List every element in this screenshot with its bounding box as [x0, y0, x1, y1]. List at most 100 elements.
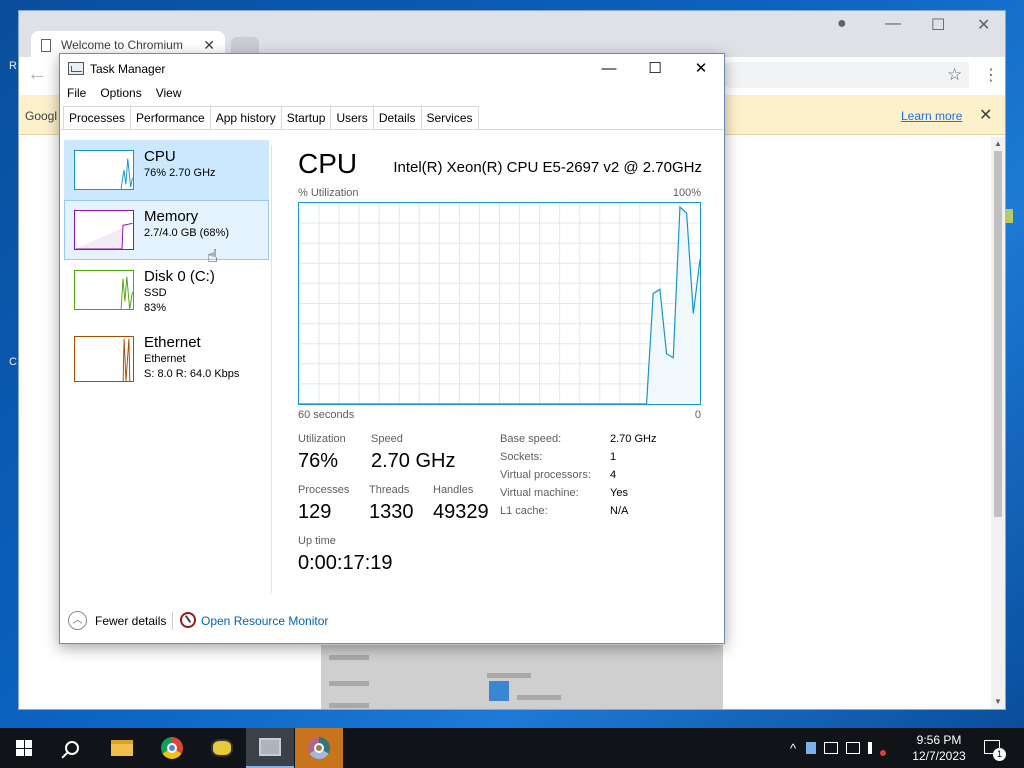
sidebar-detail: S: 8.0 R: 64.0 Kbps: [144, 368, 240, 380]
task-manager-window: Task Manager — ☐ ✕ File Options View Pro…: [59, 53, 725, 644]
page-icon: [489, 681, 509, 701]
close-button[interactable]: ✕: [678, 58, 724, 80]
browser-tab-title: Welcome to Chromium: [61, 38, 183, 52]
sidebar-title: Ethernet: [144, 334, 201, 351]
scroll-up-icon[interactable]: ▲: [994, 139, 1002, 148]
fewer-details-button[interactable]: Fewer details: [95, 614, 166, 628]
tab-app-history[interactable]: App history: [209, 106, 282, 129]
tab-divider: [60, 129, 724, 130]
sidebar-subtitle: SSD: [144, 287, 167, 299]
chrome-button[interactable]: [148, 728, 196, 768]
window-title: Task Manager: [90, 62, 166, 76]
clock[interactable]: 9:56 PM 12/7/2023: [908, 732, 970, 764]
cpu-mini-graph: [74, 150, 134, 190]
graph-label-max: 100%: [672, 187, 701, 199]
detail-label: Virtual processors:: [500, 469, 591, 481]
sidebar-item-memory[interactable]: Memory 2.7/4.0 GB (68%): [64, 200, 269, 260]
tray-security-icon[interactable]: [824, 742, 839, 754]
bee-app-button[interactable]: [198, 728, 246, 768]
tab-startup[interactable]: Startup: [280, 106, 332, 129]
infobar-close-icon[interactable]: ✕: [979, 105, 992, 125]
graph-label-seconds: 60 seconds: [298, 409, 355, 421]
profile-icon[interactable]: ●: [837, 15, 847, 33]
title-bar[interactable]: Task Manager — ☐ ✕: [60, 54, 724, 84]
browser-minimize-button[interactable]: —: [885, 15, 901, 33]
detail-label: Base speed:: [500, 433, 562, 445]
document-icon: [41, 38, 51, 52]
sidebar-title: CPU: [144, 148, 176, 165]
menu-view[interactable]: View: [149, 84, 189, 104]
desktop-glyph: R: [9, 60, 17, 72]
minimize-button[interactable]: —: [586, 58, 632, 80]
notification-count: 1: [993, 748, 1006, 761]
task-manager-taskbar-button[interactable]: [246, 728, 294, 768]
infobar-text: Googl: [25, 109, 58, 123]
menu-options[interactable]: Options: [93, 84, 148, 104]
graph-label-zero: 0: [694, 409, 701, 421]
sidebar-divider: [271, 146, 272, 593]
scroll-down-icon[interactable]: ▼: [994, 697, 1002, 706]
task-manager-icon: [259, 738, 281, 756]
windows-logo-icon: [16, 740, 32, 756]
detail-value: Yes: [610, 487, 628, 499]
stat-label-speed: Speed: [371, 433, 403, 445]
stat-processes: 129: [298, 501, 332, 523]
task-manager-icon: [68, 62, 84, 75]
tab-users[interactable]: Users: [330, 106, 374, 129]
sidebar-item-cpu[interactable]: CPU 76% 2.70 GHz: [64, 140, 269, 200]
tab-services[interactable]: Services: [420, 106, 479, 129]
detail-label: Virtual machine:: [500, 487, 579, 499]
address-bar[interactable]: [719, 62, 969, 88]
cpu-panel: CPU Intel(R) Xeon(R) CPU E5-2697 v2 @ 2.…: [284, 140, 712, 590]
footer-divider: [172, 612, 173, 630]
tab-details[interactable]: Details: [372, 106, 422, 129]
stat-utilization: 76%: [298, 450, 339, 472]
sidebar-item-disk[interactable]: Disk 0 (C:) SSD 83%: [64, 260, 269, 320]
stat-label-uptime: Up time: [298, 535, 336, 547]
file-explorer-button[interactable]: [98, 728, 146, 768]
sidebar-detail: 83%: [144, 302, 167, 314]
volume-muted-icon[interactable]: [868, 742, 887, 756]
tray-chevron-icon[interactable]: ^: [790, 741, 796, 756]
page-content: [321, 645, 723, 709]
menu-file[interactable]: File: [60, 84, 93, 104]
sidebar-title: Disk 0 (C:): [144, 268, 215, 285]
maximize-button[interactable]: ☐: [632, 58, 678, 80]
graph-label-utilization: % Utilization: [298, 187, 359, 199]
browser-scrollbar[interactable]: ▲ ▼: [991, 137, 1005, 709]
tab-processes[interactable]: Processes: [63, 106, 132, 129]
sidebar-subtitle: Ethernet: [144, 353, 186, 365]
stat-label-processes: Processes: [298, 484, 350, 496]
search-button[interactable]: [48, 728, 96, 768]
sidebar-title: Memory: [144, 208, 199, 225]
tray-app-icon[interactable]: [806, 742, 817, 754]
memory-mini-graph: [74, 210, 134, 250]
clock-date: 12/7/2023: [912, 749, 966, 763]
tab-strip: Processes Performance App history Startu…: [63, 106, 479, 130]
resource-monitor-icon[interactable]: [180, 612, 196, 628]
taskbar: ^ 9:56 PM 12/7/2023 1: [0, 728, 1024, 768]
chromium-taskbar-button[interactable]: [295, 728, 343, 768]
open-resource-monitor-link[interactable]: Open Resource Monitor: [201, 614, 328, 628]
close-tab-icon[interactable]: ✕: [203, 37, 215, 54]
scrollbar-thumb[interactable]: [994, 151, 1002, 517]
chevron-up-icon[interactable]: ︿: [68, 611, 87, 630]
browser-maximize-button[interactable]: ☐: [931, 15, 945, 35]
stat-label-handles: Handles: [433, 484, 474, 496]
bookmark-star-icon[interactable]: ☆: [947, 65, 962, 85]
desktop-glyph: C: [9, 356, 17, 368]
detail-value: N/A: [610, 505, 629, 517]
stat-label-utilization: Utilization: [298, 433, 346, 445]
folder-icon: [111, 740, 133, 756]
sidebar-subtitle: 76% 2.70 GHz: [144, 167, 216, 179]
tab-performance[interactable]: Performance: [130, 106, 211, 130]
sidebar-item-ethernet[interactable]: Ethernet Ethernet S: 8.0 R: 64.0 Kbps: [64, 326, 269, 386]
menu-icon[interactable]: ⋮: [983, 65, 999, 85]
stat-label-threads: Threads: [369, 484, 410, 496]
start-button[interactable]: [0, 728, 48, 768]
back-icon[interactable]: ←: [27, 63, 47, 86]
learn-more-link[interactable]: Learn more: [901, 109, 962, 123]
browser-close-button[interactable]: ✕: [977, 15, 990, 35]
network-icon[interactable]: [846, 742, 861, 754]
panel-title: CPU: [298, 148, 358, 179]
